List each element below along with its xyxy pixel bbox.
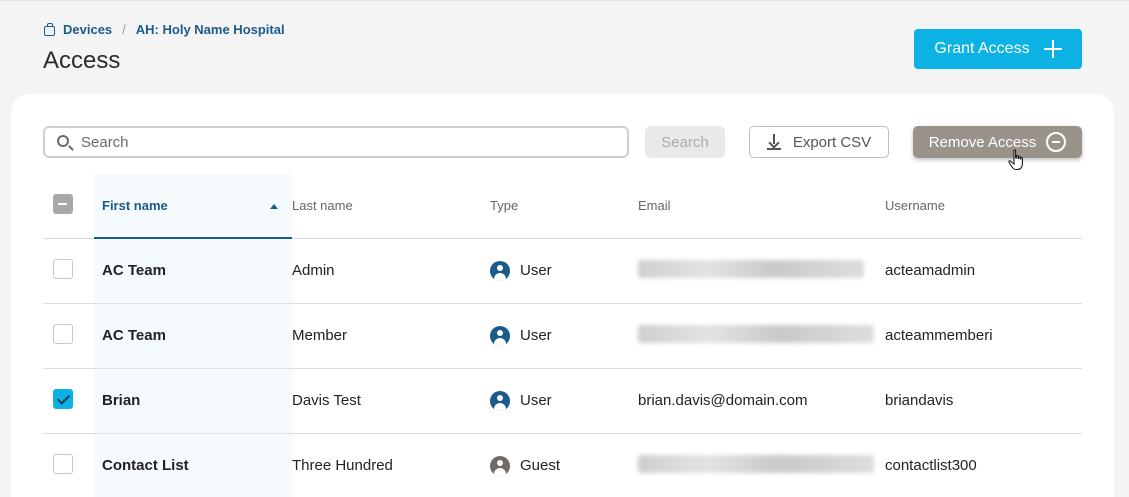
- download-icon: [766, 134, 781, 150]
- table-row[interactable]: AC Team Member User acteammemberi: [43, 303, 1082, 368]
- first-name-cell: Brian: [94, 368, 292, 433]
- redacted-email: [638, 259, 864, 278]
- breadcrumb-devices-link[interactable]: Devices: [63, 22, 112, 37]
- user-icon: [490, 260, 510, 281]
- breadcrumb: Devices / AH: Holy Name Hospital: [44, 22, 285, 37]
- minus-circle-icon: [1046, 132, 1067, 152]
- last-name-cell: Davis Test: [292, 392, 361, 409]
- redacted-email: [638, 324, 874, 343]
- grant-access-label: Grant Access: [934, 40, 1030, 57]
- email-cell: [638, 303, 885, 368]
- hand-cursor-icon: [1008, 149, 1023, 171]
- device-icon: [44, 22, 55, 36]
- type-label: User: [520, 327, 552, 344]
- username-cell: acteammemberi: [885, 327, 993, 344]
- search-button[interactable]: Search: [645, 126, 725, 158]
- type-label: User: [520, 392, 552, 409]
- username-cell: briandavis: [885, 392, 954, 409]
- table-row[interactable]: Contact List Three Hundred Guest contact…: [43, 433, 1082, 497]
- first-name-cell: Contact List: [94, 433, 292, 497]
- table-header-row: First name Last name Type Email Username: [43, 174, 1082, 239]
- username-cell: acteamadmin: [885, 262, 976, 279]
- column-header-type[interactable]: Type: [490, 174, 638, 239]
- row-checkbox[interactable]: [53, 258, 73, 279]
- email-cell: [638, 433, 885, 497]
- last-name-cell: Three Hundred: [292, 457, 393, 474]
- redacted-email: [638, 454, 874, 473]
- user-icon: [490, 390, 510, 411]
- table-row[interactable]: AC Team Admin User acteamadmin: [43, 238, 1082, 303]
- select-all-checkbox[interactable]: [53, 194, 73, 215]
- breadcrumb-separator: /: [122, 22, 126, 37]
- row-select-cell: [43, 238, 94, 303]
- search-icon: [57, 135, 69, 147]
- column-header-label: First name: [102, 198, 168, 213]
- grant-access-button[interactable]: Grant Access: [914, 29, 1082, 69]
- search-input[interactable]: [81, 132, 621, 152]
- username-cell: contactlist300: [885, 457, 977, 474]
- type-cell: User: [490, 368, 638, 433]
- type-label: Guest: [520, 457, 561, 474]
- email-cell: [638, 238, 885, 303]
- table-row[interactable]: Brian Davis Test User brian.davis@domain…: [43, 368, 1082, 433]
- column-header-email[interactable]: Email: [638, 174, 885, 239]
- remove-access-label: Remove Access: [928, 133, 1037, 151]
- column-header-first-name[interactable]: First name: [94, 174, 292, 239]
- last-name-cell: Member: [292, 327, 348, 344]
- type-cell: User: [490, 238, 638, 303]
- first-name-cell: AC Team: [94, 238, 292, 303]
- type-label: User: [520, 262, 552, 279]
- column-header-username[interactable]: Username: [885, 174, 1082, 239]
- first-name-cell: AC Team: [94, 303, 292, 368]
- remove-access-button[interactable]: Remove Access: [913, 126, 1082, 158]
- export-csv-button[interactable]: Export CSV: [749, 126, 889, 158]
- row-checkbox[interactable]: [53, 323, 73, 344]
- type-cell: Guest: [490, 433, 638, 497]
- page-title: Access: [43, 47, 121, 74]
- access-card: Search Export CSV Remove Access First na…: [11, 94, 1114, 497]
- sort-ascending-icon: [270, 204, 278, 209]
- column-header-last-name[interactable]: Last name: [292, 174, 490, 239]
- access-table: First name Last name Type Email Username…: [43, 174, 1082, 497]
- type-cell: User: [490, 303, 638, 368]
- email-cell: brian.davis@domain.com: [638, 392, 808, 409]
- row-select-cell: [43, 368, 94, 433]
- row-select-cell: [43, 433, 94, 497]
- guest-icon: [490, 455, 510, 476]
- export-csv-label: Export CSV: [792, 133, 872, 151]
- breadcrumb-hospital-link[interactable]: AH: Holy Name Hospital: [136, 22, 285, 37]
- row-checkbox[interactable]: [53, 453, 73, 474]
- row-checkbox[interactable]: [53, 388, 73, 409]
- search-field[interactable]: [43, 126, 629, 158]
- plus-icon: [1043, 40, 1062, 58]
- user-icon: [490, 325, 510, 346]
- select-all-cell: [43, 174, 94, 239]
- last-name-cell: Admin: [292, 262, 335, 279]
- row-select-cell: [43, 303, 94, 368]
